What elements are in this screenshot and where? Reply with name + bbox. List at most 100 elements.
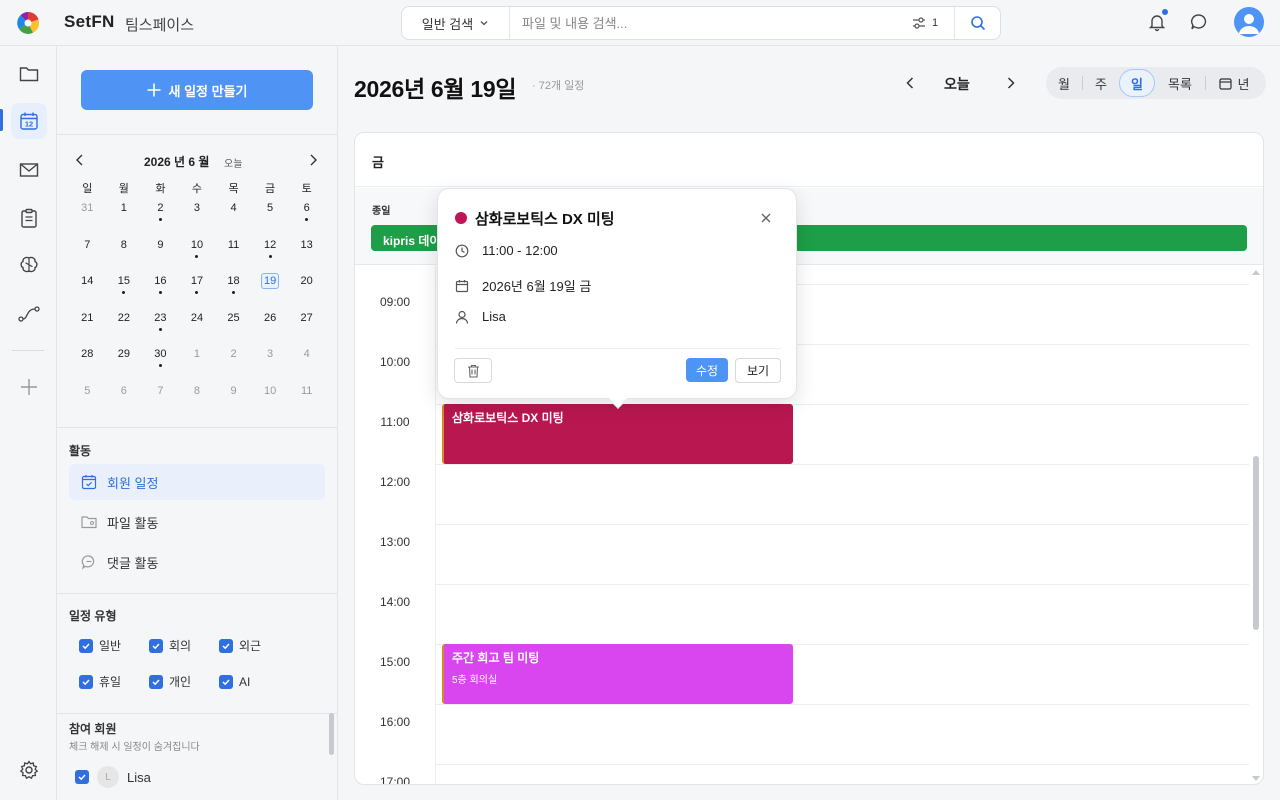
mini-day[interactable]: 17 xyxy=(179,274,216,311)
calendar-event[interactable]: 삼화로보틱스 DX 미팅 xyxy=(442,404,793,464)
mini-day[interactable]: 9 xyxy=(215,384,252,421)
mini-day[interactable]: 2 xyxy=(142,201,179,238)
close-icon[interactable] xyxy=(761,213,771,223)
workspace-name[interactable]: 팀스페이스 xyxy=(125,14,194,35)
member-item[interactable]: L Lisa xyxy=(75,766,151,788)
mini-day[interactable]: 14 xyxy=(69,274,106,311)
view-button[interactable]: 보기 xyxy=(735,358,781,383)
bell-icon[interactable] xyxy=(1147,12,1167,32)
mini-day[interactable]: 28 xyxy=(69,347,106,384)
mini-day[interactable]: 10 xyxy=(179,238,216,275)
mini-day[interactable]: 4 xyxy=(215,201,252,238)
mini-day[interactable]: 5 xyxy=(69,384,106,421)
mini-day[interactable]: 9 xyxy=(142,238,179,275)
mini-day[interactable]: 6 xyxy=(106,384,143,421)
rail-clipboard[interactable] xyxy=(11,200,47,236)
mini-day[interactable]: 16 xyxy=(142,274,179,311)
rail-mail[interactable] xyxy=(11,152,47,188)
mini-day[interactable]: 31 xyxy=(69,201,106,238)
mini-day[interactable]: 29 xyxy=(106,347,143,384)
search-filter-button[interactable]: 1 xyxy=(912,14,938,32)
mini-day[interactable]: 11 xyxy=(288,384,325,421)
chevron-right-icon[interactable] xyxy=(1004,75,1018,91)
mini-day[interactable]: 6 xyxy=(288,201,325,238)
edit-button[interactable]: 수정 xyxy=(686,358,728,382)
mini-day[interactable]: 10 xyxy=(252,384,289,421)
type-checkbox-ai[interactable]: AI xyxy=(219,673,289,690)
type-checkbox-personal[interactable]: 개인 xyxy=(149,673,219,690)
type-label: 외근 xyxy=(239,639,262,653)
calendar-scrollbar[interactable] xyxy=(1251,266,1263,784)
type-checkbox-general[interactable]: 일반 xyxy=(79,637,149,654)
mini-day[interactable]: 7 xyxy=(69,238,106,275)
scroll-up-icon[interactable] xyxy=(1251,268,1261,276)
mini-day[interactable]: 12 xyxy=(252,238,289,275)
chevron-left-icon[interactable] xyxy=(74,153,86,167)
mini-day[interactable]: 1 xyxy=(106,201,143,238)
mini-day[interactable]: 27 xyxy=(288,311,325,348)
type-checkbox-holiday[interactable]: 휴일 xyxy=(79,673,149,690)
activity-member-schedule[interactable]: 회원 일정 xyxy=(69,464,325,500)
mini-calendar-title: 2026 년 6 월 xyxy=(144,155,210,169)
mini-day[interactable]: 13 xyxy=(288,238,325,275)
app-logo[interactable] xyxy=(17,12,39,34)
rail-workflow[interactable] xyxy=(11,296,47,332)
mini-day[interactable]: 21 xyxy=(69,311,106,348)
create-event-button[interactable]: 새 일정 만들기 xyxy=(81,70,313,110)
search-type-dropdown[interactable]: 일반 검색 xyxy=(402,7,510,39)
mini-day[interactable]: 15 xyxy=(106,274,143,311)
view-day[interactable]: 일 xyxy=(1119,69,1155,97)
search-button[interactable] xyxy=(954,7,1001,39)
type-checkbox-meeting[interactable]: 회의 xyxy=(149,637,219,654)
user-avatar[interactable] xyxy=(1234,7,1264,37)
mini-day[interactable]: 30 xyxy=(142,347,179,384)
today-button[interactable]: 오늘 xyxy=(944,74,970,94)
calendar-event[interactable]: 주간 회고 팀 미팅 5층 회의실 xyxy=(442,644,793,704)
allday-label: 종일 xyxy=(372,206,391,217)
scroll-down-icon[interactable] xyxy=(1251,775,1261,783)
mini-day[interactable]: 7 xyxy=(142,384,179,421)
chevron-left-icon[interactable] xyxy=(903,75,917,91)
type-checkbox-outside[interactable]: 외근 xyxy=(219,637,289,654)
event-dot xyxy=(305,218,309,221)
rail-settings[interactable] xyxy=(11,752,47,788)
view-week[interactable]: 주 xyxy=(1083,69,1119,97)
mini-day-selected[interactable]: 19 xyxy=(252,273,289,311)
sidebar-scrollbar[interactable] xyxy=(329,713,334,755)
mini-day[interactable]: 11 xyxy=(215,238,252,275)
mini-day[interactable]: 1 xyxy=(179,347,216,384)
mini-day[interactable]: 20 xyxy=(288,274,325,311)
activity-comment[interactable]: 댓글 활동 xyxy=(69,544,325,580)
mini-day[interactable]: 3 xyxy=(179,201,216,238)
activity-file[interactable]: 파일 활동 xyxy=(69,504,325,540)
checkbox-checked-icon[interactable] xyxy=(75,770,89,784)
mini-day[interactable]: 8 xyxy=(179,384,216,421)
mini-day[interactable]: 4 xyxy=(288,347,325,384)
mini-day[interactable]: 24 xyxy=(179,311,216,348)
view-list[interactable]: 목록 xyxy=(1155,69,1205,97)
mini-day[interactable]: 25 xyxy=(215,311,252,348)
mini-day[interactable]: 18 xyxy=(215,274,252,311)
search-input[interactable] xyxy=(522,13,902,33)
chevron-right-icon[interactable] xyxy=(307,153,319,167)
mini-day[interactable]: 2 xyxy=(215,347,252,384)
rail-add[interactable] xyxy=(11,369,47,405)
mini-day[interactable]: 26 xyxy=(252,311,289,348)
scrollbar-thumb[interactable] xyxy=(1253,456,1259,630)
plus-icon xyxy=(21,379,37,395)
delete-button[interactable] xyxy=(454,358,492,383)
event-dot xyxy=(195,254,199,258)
mini-day[interactable]: 8 xyxy=(106,238,143,275)
mini-day[interactable]: 3 xyxy=(252,347,289,384)
mini-today-button[interactable]: 오늘 xyxy=(224,155,242,170)
rail-calendar[interactable]: 12 xyxy=(11,103,47,139)
view-year[interactable]: 년 xyxy=(1206,69,1262,97)
rail-files[interactable] xyxy=(11,56,47,92)
chat-icon[interactable] xyxy=(1189,12,1209,32)
view-month[interactable]: 월 xyxy=(1046,69,1082,97)
mini-day[interactable]: 23 xyxy=(142,311,179,348)
rail-ai[interactable] xyxy=(11,247,47,283)
mini-day[interactable]: 22 xyxy=(106,311,143,348)
mini-day[interactable]: 5 xyxy=(252,201,289,238)
brand-name[interactable]: SetFN xyxy=(64,12,115,32)
